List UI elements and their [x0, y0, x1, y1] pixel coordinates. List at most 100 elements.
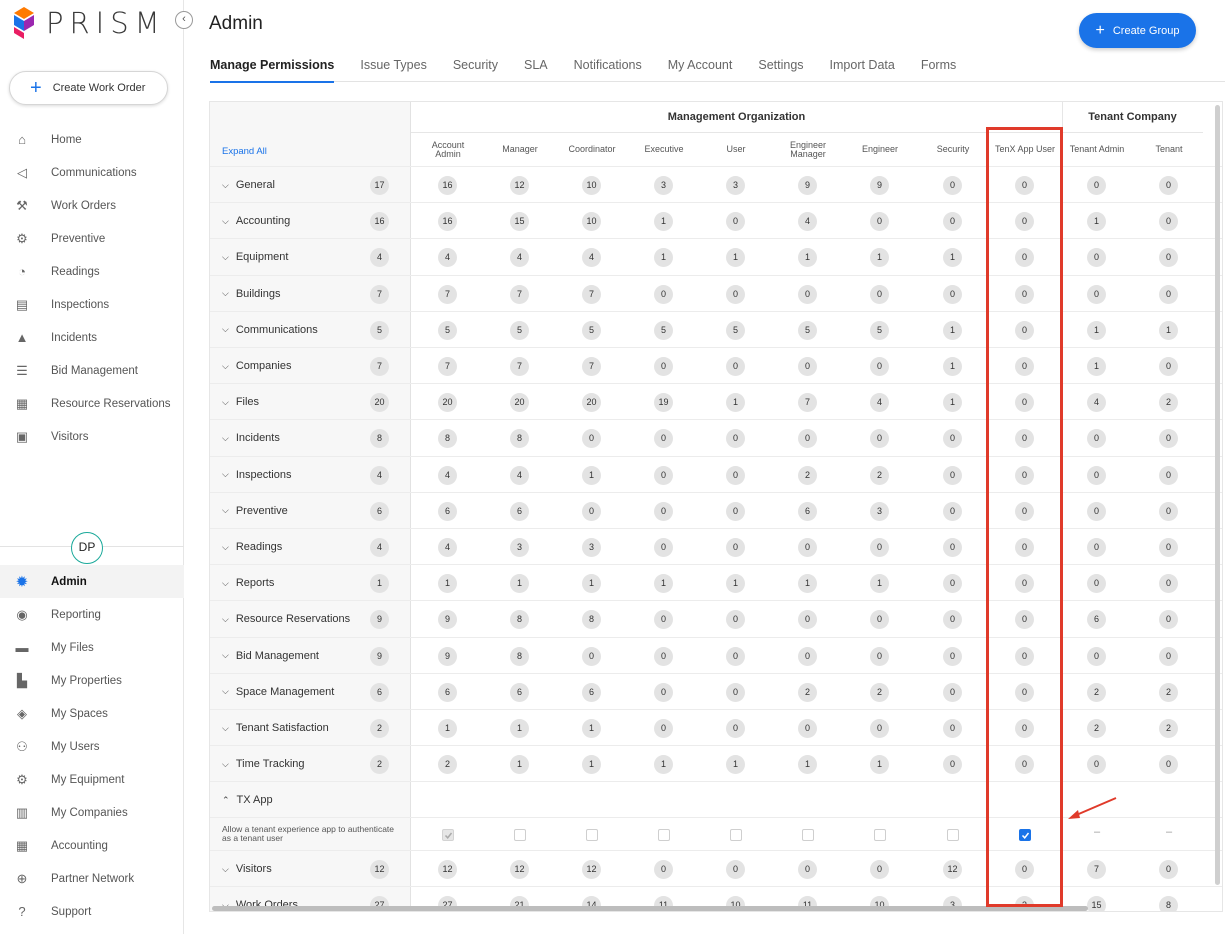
permission-count-badge[interactable]: 0	[798, 646, 817, 666]
checkbox-checked[interactable]	[1019, 829, 1031, 842]
row-toggle[interactable]: ⌵ Tenant Satisfaction	[222, 710, 329, 746]
tab-sla[interactable]: SLA	[524, 58, 548, 82]
permission-count-badge[interactable]: 0	[654, 465, 673, 485]
permission-count-badge[interactable]: 15	[510, 212, 529, 232]
sidebar-item-my-files[interactable]: ▬ My Files	[0, 631, 184, 664]
table-row[interactable]: ⌵ General 17 16 12 10 3 3 9 9 0 0 0 0	[210, 166, 1222, 203]
permission-count-badge[interactable]: 0	[654, 429, 673, 449]
permission-count-badge[interactable]: 1	[582, 755, 601, 775]
row-toggle[interactable]: ⌵ Reports	[222, 565, 274, 601]
permission-count-badge[interactable]: 12	[943, 860, 962, 880]
permission-count-badge[interactable]: 0	[1159, 755, 1178, 775]
sidebar-item-my-spaces[interactable]: ◈ My Spaces	[0, 697, 184, 730]
vertical-scrollbar[interactable]	[1215, 105, 1220, 885]
table-row[interactable]: ⌵ Incidents 8 8 8 0 0 0 0 0 0 0 0 0	[210, 419, 1222, 456]
permission-count-badge[interactable]: 0	[798, 538, 817, 557]
horizontal-scrollbar[interactable]	[212, 906, 1088, 911]
tab-notifications[interactable]: Notifications	[574, 58, 642, 82]
table-row[interactable]: ⌵ Communications 5 5 5 5 5 5 5 5 1 0 1 1	[210, 310, 1222, 347]
table-row[interactable]: ⌵ Files 20 20 20 20 19 1 7 4 1 0 4 2	[210, 383, 1222, 419]
permission-count-badge[interactable]: 0	[726, 357, 745, 376]
permission-count-badge[interactable]: 0	[1159, 284, 1178, 304]
permission-count-badge[interactable]: 8	[510, 610, 529, 630]
permission-count-badge[interactable]: 0	[726, 538, 745, 557]
permission-count-badge[interactable]: 0	[798, 610, 817, 630]
permission-count-badge[interactable]: 0	[1087, 465, 1106, 485]
checkbox[interactable]	[514, 829, 526, 842]
permission-count-badge[interactable]: 1	[510, 574, 529, 594]
permission-count-badge[interactable]: 0	[1159, 610, 1178, 630]
permission-count-badge[interactable]: 0	[870, 538, 889, 557]
sidebar-item-my-companies[interactable]: ▥ My Companies	[0, 796, 184, 829]
sidebar-item-partner-network[interactable]: ⊕ Partner Network	[0, 862, 184, 895]
permission-count-badge[interactable]: 1	[798, 755, 817, 775]
permission-count-badge[interactable]: 0	[654, 682, 673, 702]
sidebar-item-my-properties[interactable]: ▙ My Properties	[0, 664, 184, 697]
permission-count-badge[interactable]: 8	[582, 610, 601, 630]
permission-count-badge[interactable]: 6	[438, 501, 457, 521]
permission-count-badge[interactable]: 6	[438, 682, 457, 702]
permission-count-badge[interactable]: 0	[1015, 755, 1034, 775]
row-toggle[interactable]: ⌵ Preventive	[222, 493, 288, 529]
permission-count-badge[interactable]: 2	[1159, 393, 1178, 413]
permission-count-badge[interactable]: 7	[438, 357, 457, 376]
permission-count-badge[interactable]: 4	[438, 538, 457, 557]
permission-count-badge[interactable]: 19	[654, 393, 673, 413]
permission-count-badge[interactable]: 6	[510, 501, 529, 521]
permission-count-badge[interactable]: 0	[1015, 574, 1034, 594]
permission-count-badge[interactable]: 0	[1087, 429, 1106, 449]
permission-count-badge[interactable]: 1	[870, 574, 889, 594]
permission-count-badge[interactable]: 0	[1159, 860, 1178, 880]
permission-count-badge[interactable]: 20	[438, 393, 457, 413]
permission-count-badge[interactable]: 1	[654, 574, 673, 594]
permission-count-badge[interactable]: 0	[943, 719, 962, 738]
checkbox[interactable]	[586, 829, 598, 842]
permission-count-badge[interactable]: 7	[510, 284, 529, 304]
permission-count-badge[interactable]: 0	[1159, 538, 1178, 557]
table-row[interactable]: ⌵ Reports 1 1 1 1 1 1 1 1 0 0 0 0	[210, 564, 1222, 601]
permission-count-badge[interactable]: 6	[798, 501, 817, 521]
permission-count-badge[interactable]: 0	[726, 610, 745, 630]
permission-count-badge[interactable]: 2	[798, 465, 817, 485]
tab-my-account[interactable]: My Account	[668, 58, 733, 82]
permission-count-badge[interactable]: 20	[510, 393, 529, 413]
permission-count-badge[interactable]: 4	[870, 393, 889, 413]
permission-count-badge[interactable]: 1	[582, 465, 601, 485]
row-toggle[interactable]: ⌵ Readings	[222, 529, 282, 565]
permission-count-badge[interactable]: 0	[943, 682, 962, 702]
permission-count-badge[interactable]: 3	[726, 176, 745, 195]
permission-count-badge[interactable]: 0	[654, 501, 673, 521]
sidebar-item-work-orders[interactable]: ⚒ Work Orders	[0, 189, 184, 222]
sidebar-item-support[interactable]: ? Support	[0, 895, 184, 928]
sidebar-item-readings[interactable]: ◔ Readings	[0, 255, 184, 288]
permission-count-badge[interactable]: 0	[1087, 574, 1106, 594]
permission-count-badge[interactable]: 0	[1159, 357, 1178, 376]
permission-count-badge[interactable]: 0	[1159, 212, 1178, 232]
prism-logo[interactable]: PRISM	[14, 6, 166, 40]
permission-count-badge[interactable]: 20	[582, 393, 601, 413]
permission-count-badge[interactable]: 9	[798, 176, 817, 195]
sidebar-item-my-equipment[interactable]: ⚙ My Equipment	[0, 763, 184, 796]
row-toggle[interactable]: ⌵ Incidents	[222, 420, 280, 456]
permission-count-badge[interactable]: 0	[1015, 682, 1034, 702]
row-toggle[interactable]: ⌵ General	[222, 167, 275, 203]
permission-count-badge[interactable]: 2	[1159, 682, 1178, 702]
permission-count-badge[interactable]: 0	[1015, 719, 1034, 738]
checkbox[interactable]	[947, 829, 959, 842]
permission-count-badge[interactable]: 0	[1159, 429, 1178, 449]
permission-count-badge[interactable]: 0	[582, 501, 601, 521]
permission-count-badge[interactable]: 0	[1087, 755, 1106, 775]
sidebar-item-resource-reservations[interactable]: ▦ Resource Reservations	[0, 387, 184, 420]
table-row[interactable]: ⌵ Bid Management 9 9 8 0 0 0 0 0 0 0 0 0	[210, 636, 1222, 673]
permission-count-badge[interactable]: 0	[1087, 176, 1106, 195]
permission-count-badge[interactable]: 6	[510, 682, 529, 702]
permission-count-badge[interactable]: 0	[726, 212, 745, 232]
permission-count-badge[interactable]: 0	[654, 610, 673, 630]
tab-forms[interactable]: Forms	[921, 58, 956, 82]
permission-count-badge[interactable]: 0	[582, 429, 601, 449]
permission-count-badge[interactable]: 16	[438, 212, 457, 232]
permission-count-badge[interactable]: 0	[943, 538, 962, 557]
permission-count-badge[interactable]: 0	[654, 357, 673, 376]
permission-count-badge[interactable]: 0	[654, 538, 673, 557]
permission-count-badge[interactable]: 0	[582, 646, 601, 666]
